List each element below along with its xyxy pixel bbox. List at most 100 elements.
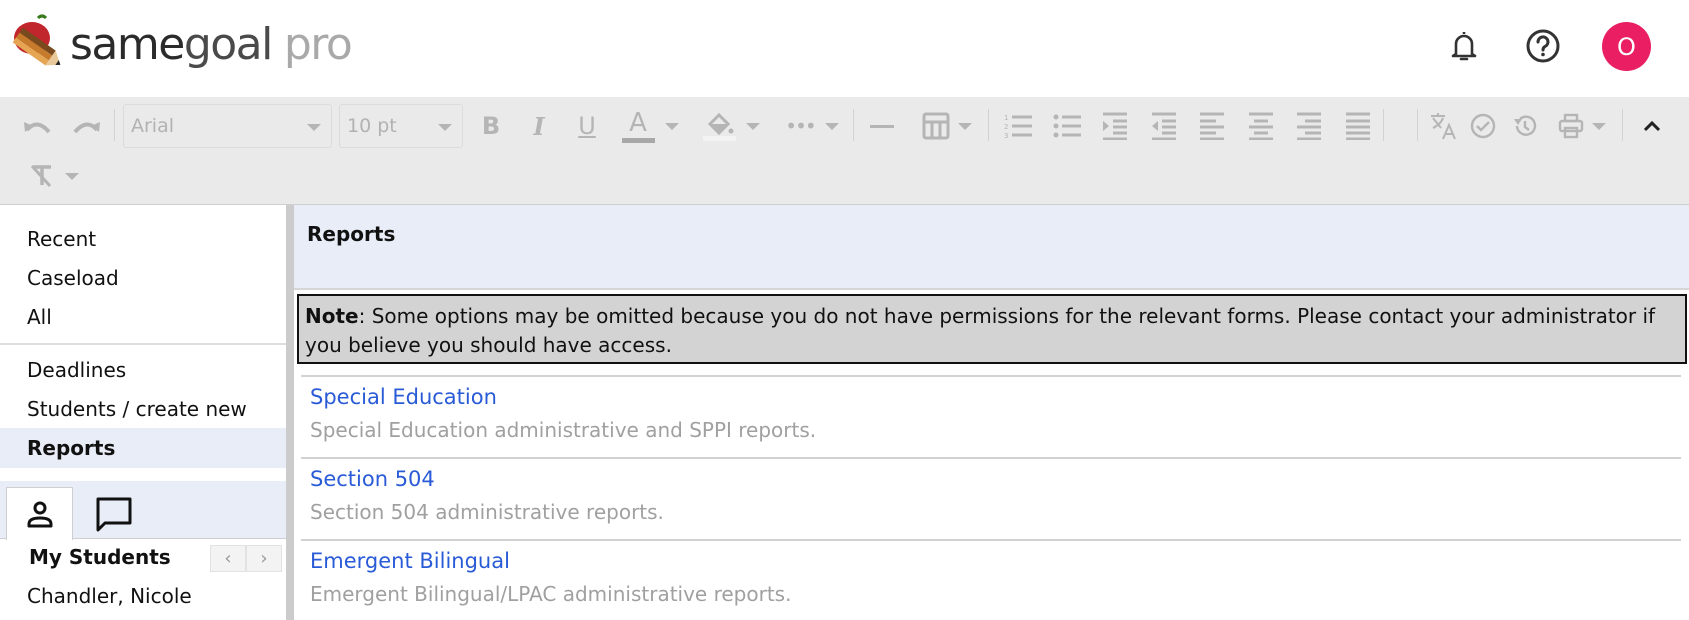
report-description: Section 504 administrative reports. xyxy=(310,500,664,524)
outdent-icon xyxy=(1152,112,1176,140)
numbered-list-button[interactable]: 123 xyxy=(1000,109,1036,143)
indent-button[interactable] xyxy=(1097,109,1133,143)
report-divider xyxy=(301,375,1681,377)
chevron-up-icon xyxy=(1643,120,1661,132)
student-list-item[interactable]: Chandler, Nicole xyxy=(27,584,192,608)
justify-button[interactable] xyxy=(1340,109,1376,143)
align-center-button[interactable] xyxy=(1243,109,1279,143)
bell-icon xyxy=(1451,32,1477,61)
note-label: Note xyxy=(305,304,359,328)
history-button[interactable] xyxy=(1508,109,1542,143)
table-icon xyxy=(922,112,950,140)
align-left-button[interactable] xyxy=(1194,109,1230,143)
previous-page-button[interactable]: ‹ xyxy=(210,545,246,572)
sidebar-item-recent[interactable]: Recent xyxy=(0,220,286,258)
report-link-special-education[interactable]: Special Education xyxy=(310,385,497,409)
align-right-button[interactable] xyxy=(1291,109,1327,143)
chevron-down-icon xyxy=(824,122,839,130)
check-circle-icon xyxy=(1470,113,1496,139)
bold-button[interactable]: B xyxy=(474,109,508,143)
toolbar-separator xyxy=(114,109,115,141)
report-divider xyxy=(301,539,1681,541)
undo-button[interactable] xyxy=(20,111,56,141)
font-size-value: 10 pt xyxy=(347,115,397,137)
clear-formatting-icon xyxy=(30,164,52,188)
tab-messages[interactable] xyxy=(80,487,147,540)
app: samegoal pro O Arial 10 pt B I U A ••• 1… xyxy=(0,0,1689,620)
apple-pencil-logo-icon xyxy=(12,14,61,66)
samegoal-logo[interactable]: samegoal pro xyxy=(8,14,353,76)
justify-icon xyxy=(1346,112,1370,140)
align-right-icon xyxy=(1297,112,1321,140)
tab-students[interactable] xyxy=(6,487,73,540)
history-icon xyxy=(1514,115,1537,136)
chevron-right-icon: › xyxy=(260,548,268,569)
toolbar-separator xyxy=(1383,109,1384,141)
person-icon xyxy=(27,501,52,528)
redo-button[interactable] xyxy=(68,111,104,141)
outdent-button[interactable] xyxy=(1146,109,1182,143)
report-link-emergent-bilingual[interactable]: Emergent Bilingual xyxy=(310,549,510,573)
bullet-list-button[interactable] xyxy=(1049,109,1085,143)
next-page-button[interactable]: › xyxy=(246,545,282,572)
translate-button[interactable] xyxy=(1426,109,1460,143)
sidebar-item-reports[interactable]: Reports xyxy=(0,428,286,468)
editor-toolbar: Arial 10 pt B I U A ••• 1 2 3 xyxy=(0,97,1689,205)
highlight-color-button[interactable] xyxy=(700,107,762,145)
bullet-list-icon xyxy=(1053,114,1081,138)
logo-same: same xyxy=(70,19,185,70)
svg-text:3: 3 xyxy=(1004,132,1008,139)
font-family-select[interactable]: Arial xyxy=(123,104,332,148)
numbered-list-icon: 123 xyxy=(1004,114,1032,139)
toolbar-separator xyxy=(1417,109,1418,141)
more-formatting-button[interactable]: ••• xyxy=(783,109,841,143)
sidebar-item-all[interactable]: All xyxy=(0,298,286,336)
underline-button[interactable]: U xyxy=(570,109,604,143)
sidebar-item-students[interactable]: Students / create new xyxy=(0,390,286,428)
logo-wordmark: samegoal pro xyxy=(70,23,353,67)
italic-icon: I xyxy=(533,111,545,141)
print-button[interactable] xyxy=(1554,109,1610,143)
horizontal-rule-icon xyxy=(870,124,894,128)
underline-icon: U xyxy=(578,112,596,140)
chevron-left-icon: ‹ xyxy=(224,548,232,569)
sidebar-gap xyxy=(0,470,286,481)
sidebar-item-deadlines[interactable]: Deadlines xyxy=(0,351,286,389)
align-center-icon xyxy=(1249,112,1273,140)
svg-text:2: 2 xyxy=(1004,123,1008,131)
table-button[interactable] xyxy=(918,107,976,145)
text-color-button[interactable]: A xyxy=(620,107,680,145)
font-size-select[interactable]: 10 pt xyxy=(339,104,463,148)
panel-resize-handle[interactable] xyxy=(286,205,294,620)
svg-text:1: 1 xyxy=(1004,114,1008,122)
user-avatar[interactable]: O xyxy=(1602,22,1651,71)
help-icon xyxy=(1526,29,1560,63)
italic-button[interactable]: I xyxy=(522,109,556,143)
toolbar-separator xyxy=(988,109,989,141)
chevron-down-icon xyxy=(664,122,679,130)
bold-icon: B xyxy=(481,112,501,140)
collapse-toolbar-button[interactable] xyxy=(1635,109,1669,143)
student-pager: ‹ › xyxy=(210,545,282,572)
report-link-section-504[interactable]: Section 504 xyxy=(310,467,435,491)
spellcheck-button[interactable] xyxy=(1466,109,1500,143)
indent-icon xyxy=(1103,112,1127,140)
sidebar-divider xyxy=(0,343,286,345)
note-text: : Some options may be omitted because yo… xyxy=(305,304,1656,357)
my-students-heading: My Students xyxy=(29,545,171,569)
main-content: Reports Note: Some options may be omitte… xyxy=(294,205,1689,620)
clear-formatting-button[interactable] xyxy=(24,159,84,193)
chevron-down-icon xyxy=(65,172,79,180)
print-icon xyxy=(1558,113,1584,139)
page-title: Reports xyxy=(307,222,396,246)
sidebar-item-caseload[interactable]: Caseload xyxy=(0,259,286,297)
paint-bucket-icon xyxy=(702,112,736,141)
report-description: Special Education administrative and SPP… xyxy=(310,418,817,442)
horizontal-rule-button[interactable] xyxy=(866,109,898,143)
align-left-icon xyxy=(1200,112,1224,140)
help-button[interactable] xyxy=(1523,26,1563,66)
header: samegoal pro O xyxy=(0,0,1689,97)
chevron-down-icon xyxy=(745,122,760,130)
notifications-button[interactable] xyxy=(1444,26,1484,66)
chevron-down-icon xyxy=(307,124,321,131)
